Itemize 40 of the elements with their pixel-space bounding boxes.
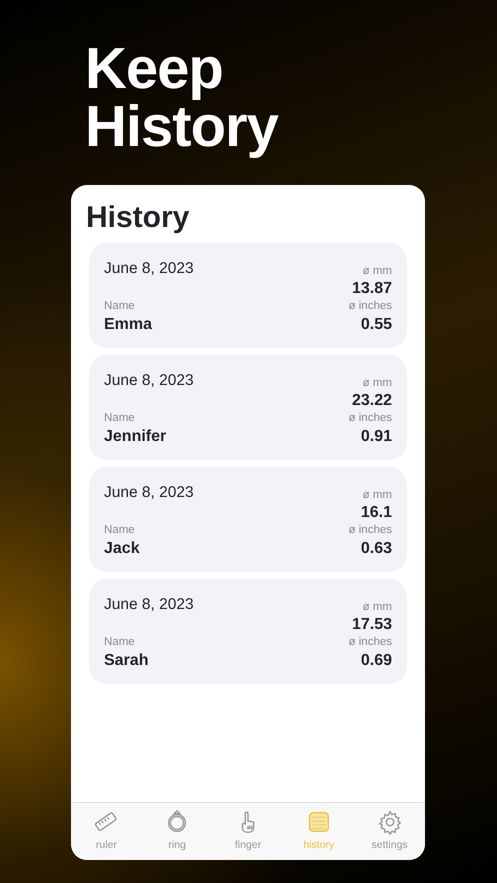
finger-tab[interactable]: finger <box>218 809 278 860</box>
date-text: June 8, 2023 <box>104 259 194 279</box>
field-label: ø inches <box>348 411 392 426</box>
diameter-value: 0.55 <box>360 316 392 334</box>
diameter-value: 0.69 <box>360 652 392 670</box>
diameter-value: 0.91 <box>360 428 392 446</box>
field-label: ø inches <box>348 299 392 314</box>
date-text: June 8, 2023 <box>104 483 194 503</box>
settings-icon <box>376 809 403 835</box>
name-value: Jack <box>104 540 141 558</box>
screen-title: History <box>86 201 190 235</box>
field-label: Name <box>104 411 136 426</box>
ring-tab[interactable]: ring <box>147 809 208 860</box>
date-text: June 8, 2023 <box>104 371 194 391</box>
diameter-value: 16.1 <box>360 504 392 522</box>
record-card[interactable]: June 8, 2023 Name Jennifer ø mm 23.22 ø inches 0.91 <box>89 355 407 460</box>
record-card[interactable]: June 8, 2023 Name Sarah ø mm 17.53 ø inches 0.69 <box>89 579 407 684</box>
diameter-value: 17.53 <box>352 616 392 634</box>
record-card[interactable]: June 8, 2023 Name Jack ø mm 16.1 ø inches 0.63 <box>89 467 407 572</box>
name-value: Emma <box>104 316 154 334</box>
field-label: ø mm <box>362 488 392 503</box>
record-card[interactable]: June 8, 2023 Name Emma ø mm 13.87 ø inches 0.55 <box>89 243 407 348</box>
history-tab[interactable]: history <box>288 809 349 860</box>
field-label: ø mm <box>362 376 392 391</box>
field-label: Name <box>104 635 136 650</box>
ruler-tab[interactable]: ruler <box>76 809 136 860</box>
diameter-value: 0.63 <box>360 540 392 558</box>
name-value: Jennifer <box>104 428 168 446</box>
field-label: ø inches <box>348 523 392 538</box>
diameter-value: 13.87 <box>352 280 392 298</box>
name-value: Sarah <box>104 652 150 670</box>
diameter-value: 23.22 <box>352 392 392 410</box>
field-label: Name <box>104 523 136 538</box>
settings-tab[interactable]: settings <box>360 809 420 860</box>
field-label: ø mm <box>362 600 392 615</box>
headline: Keep History <box>84 35 280 161</box>
field-label: ø mm <box>362 264 392 279</box>
field-label: Name <box>104 299 136 314</box>
date-text: June 8, 2023 <box>104 595 194 615</box>
field-label: ø inches <box>348 635 392 650</box>
